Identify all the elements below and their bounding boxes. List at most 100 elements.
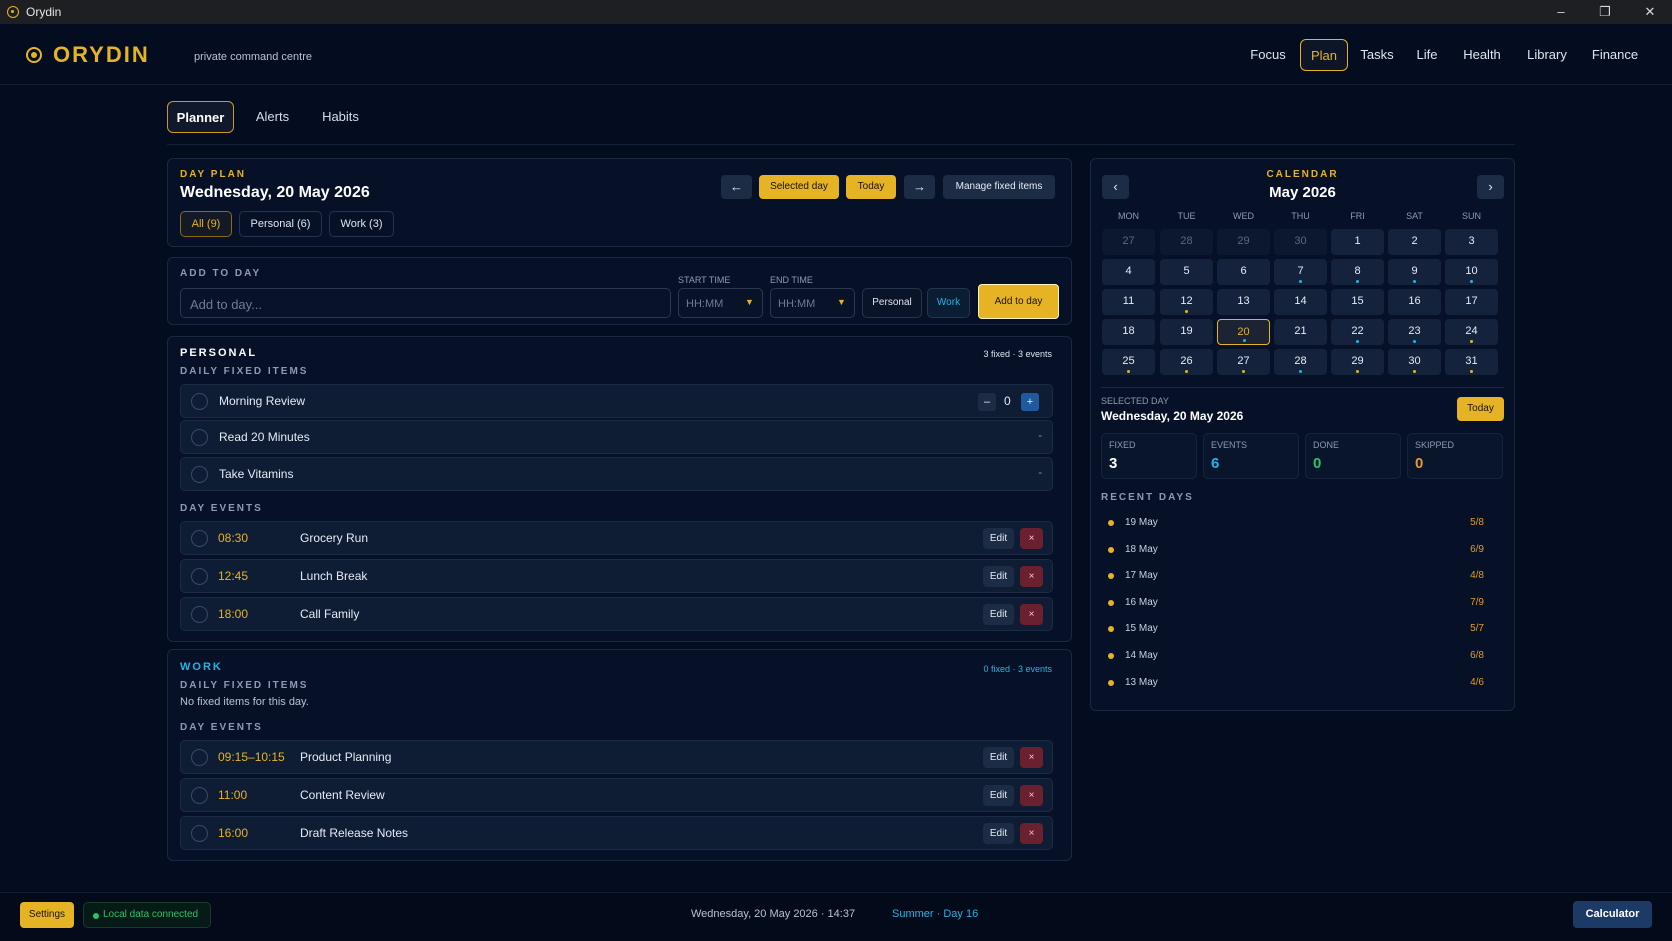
calendar-prev-button[interactable]: ‹ xyxy=(1102,175,1129,199)
calendar-day[interactable]: 25 xyxy=(1102,349,1155,375)
recent-day-row[interactable]: 19 May 5/8 xyxy=(1101,514,1491,534)
add-to-day-button[interactable]: Add to day xyxy=(978,284,1059,319)
manage-fixed-items-button[interactable]: Manage fixed items xyxy=(943,175,1055,199)
checkbox-circle[interactable] xyxy=(191,749,208,766)
category-personal-button[interactable]: Personal xyxy=(862,288,922,318)
calendar-day[interactable]: 23 xyxy=(1388,319,1441,345)
calendar-day[interactable]: 13 xyxy=(1217,289,1270,315)
checkbox-circle[interactable] xyxy=(191,393,208,410)
checkbox-circle[interactable] xyxy=(191,606,208,623)
recent-day-row[interactable]: 15 May 5/7 xyxy=(1101,620,1491,640)
close-icon[interactable]: ✕ xyxy=(1641,3,1659,21)
calendar-day[interactable]: 1 xyxy=(1331,229,1384,255)
calendar-day[interactable]: 8 xyxy=(1331,259,1384,285)
checkbox-circle[interactable] xyxy=(191,568,208,585)
calendar-day[interactable]: 26 xyxy=(1160,349,1213,375)
calendar-day[interactable]: 2 xyxy=(1388,229,1441,255)
checkbox-circle[interactable] xyxy=(191,429,208,446)
calendar-day[interactable]: 14 xyxy=(1274,289,1327,315)
calendar-day[interactable]: 10 xyxy=(1445,259,1498,285)
calendar-day[interactable]: 3 xyxy=(1445,229,1498,255)
calendar-day[interactable]: 15 xyxy=(1331,289,1384,315)
edit-button[interactable]: Edit xyxy=(983,785,1014,806)
checkbox-circle[interactable] xyxy=(191,825,208,842)
edit-button[interactable]: Edit xyxy=(983,823,1014,844)
edit-button[interactable]: Edit xyxy=(983,528,1014,549)
start-time-select[interactable]: HH:MM ▼ xyxy=(678,288,763,318)
calendar-day[interactable]: 9 xyxy=(1388,259,1441,285)
today-button[interactable]: Today xyxy=(846,175,896,199)
add-to-day-input[interactable]: Add to day... xyxy=(180,288,671,318)
checkbox-circle[interactable] xyxy=(191,530,208,547)
increment-button[interactable]: + xyxy=(1021,393,1039,411)
calendar-day[interactable]: 24 xyxy=(1445,319,1498,345)
recent-day-row[interactable]: 16 May 7/9 xyxy=(1101,594,1491,614)
filter-work[interactable]: Work (3) xyxy=(329,211,394,237)
calendar-day[interactable]: 12 xyxy=(1160,289,1213,315)
calendar-day[interactable]: 31 xyxy=(1445,349,1498,375)
prev-day-button[interactable]: ← xyxy=(721,175,752,199)
delete-button[interactable]: × xyxy=(1020,604,1043,625)
delete-button[interactable]: × xyxy=(1020,823,1043,844)
delete-button[interactable]: × xyxy=(1020,566,1043,587)
calendar-day[interactable]: 18 xyxy=(1102,319,1155,345)
tab-habits[interactable]: Habits xyxy=(317,101,364,133)
calendar-day[interactable]: 5 xyxy=(1160,259,1213,285)
edit-button[interactable]: Edit xyxy=(983,566,1014,587)
recent-day-row[interactable]: 17 May 4/8 xyxy=(1101,567,1491,587)
calendar-day[interactable]: 27 xyxy=(1217,349,1270,375)
filter-personal[interactable]: Personal (6) xyxy=(239,211,322,237)
recent-day-row[interactable]: 13 May 4/6 xyxy=(1101,674,1491,694)
delete-button[interactable]: × xyxy=(1020,528,1043,549)
nav-life[interactable]: Life xyxy=(1408,39,1446,71)
work-events-label: DAY EVENTS xyxy=(180,722,263,733)
maximize-icon[interactable]: ❐ xyxy=(1596,3,1614,21)
calendar-day[interactable]: 11 xyxy=(1102,289,1155,315)
next-day-button[interactable]: → xyxy=(904,175,935,199)
calendar-next-button[interactable]: › xyxy=(1477,175,1504,199)
checkbox-circle[interactable] xyxy=(191,466,208,483)
edit-button[interactable]: Edit xyxy=(983,747,1014,768)
category-work-button[interactable]: Work xyxy=(927,288,970,318)
decrement-button[interactable]: – xyxy=(978,393,996,411)
nav-plan[interactable]: Plan xyxy=(1300,39,1348,71)
calendar-day[interactable]: 16 xyxy=(1388,289,1441,315)
calendar-day[interactable]: 27 xyxy=(1102,229,1155,255)
calendar-day[interactable]: 17 xyxy=(1445,289,1498,315)
nav-finance[interactable]: Finance xyxy=(1586,39,1644,71)
calendar-day[interactable]: 7 xyxy=(1274,259,1327,285)
nav-health[interactable]: Health xyxy=(1456,39,1508,71)
calendar-day[interactable]: 30 xyxy=(1274,229,1327,255)
calendar-day[interactable]: 19 xyxy=(1160,319,1213,345)
calendar-day[interactable]: 28 xyxy=(1274,349,1327,375)
calendar-day[interactable]: 29 xyxy=(1331,349,1384,375)
delete-button[interactable]: × xyxy=(1020,785,1043,806)
end-time-select[interactable]: HH:MM ▼ xyxy=(770,288,855,318)
calendar-day[interactable]: 22 xyxy=(1331,319,1384,345)
calendar-day[interactable]: 20 xyxy=(1217,319,1270,345)
nav-tasks[interactable]: Tasks xyxy=(1356,39,1398,71)
checkbox-circle[interactable] xyxy=(191,787,208,804)
calendar-day[interactable]: 4 xyxy=(1102,259,1155,285)
settings-button[interactable]: Settings xyxy=(20,902,74,928)
tab-planner[interactable]: Planner xyxy=(167,101,234,133)
recent-day-row[interactable]: 14 May 6/8 xyxy=(1101,647,1491,667)
calendar-day[interactable]: 28 xyxy=(1160,229,1213,255)
calendar-event-dot xyxy=(1299,370,1302,373)
calculator-button[interactable]: Calculator xyxy=(1573,901,1652,928)
calendar-day[interactable]: 29 xyxy=(1217,229,1270,255)
tab-alerts[interactable]: Alerts xyxy=(250,101,295,133)
edit-button[interactable]: Edit xyxy=(983,604,1014,625)
delete-button[interactable]: × xyxy=(1020,747,1043,768)
nav-focus[interactable]: Focus xyxy=(1243,39,1293,71)
minimize-icon[interactable]: – xyxy=(1552,3,1570,21)
calendar-day[interactable]: 6 xyxy=(1217,259,1270,285)
calendar-day[interactable]: 30 xyxy=(1388,349,1441,375)
recent-day-row[interactable]: 18 May 6/9 xyxy=(1101,541,1491,561)
nav-library[interactable]: Library xyxy=(1518,39,1576,71)
calendar-day[interactable]: 21 xyxy=(1274,319,1327,345)
selected-day-button[interactable]: Selected day xyxy=(759,175,839,199)
footer-season: Summer · Day 16 xyxy=(892,908,979,920)
filter-all[interactable]: All (9) xyxy=(180,211,232,237)
selected-today-button[interactable]: Today xyxy=(1457,397,1504,421)
